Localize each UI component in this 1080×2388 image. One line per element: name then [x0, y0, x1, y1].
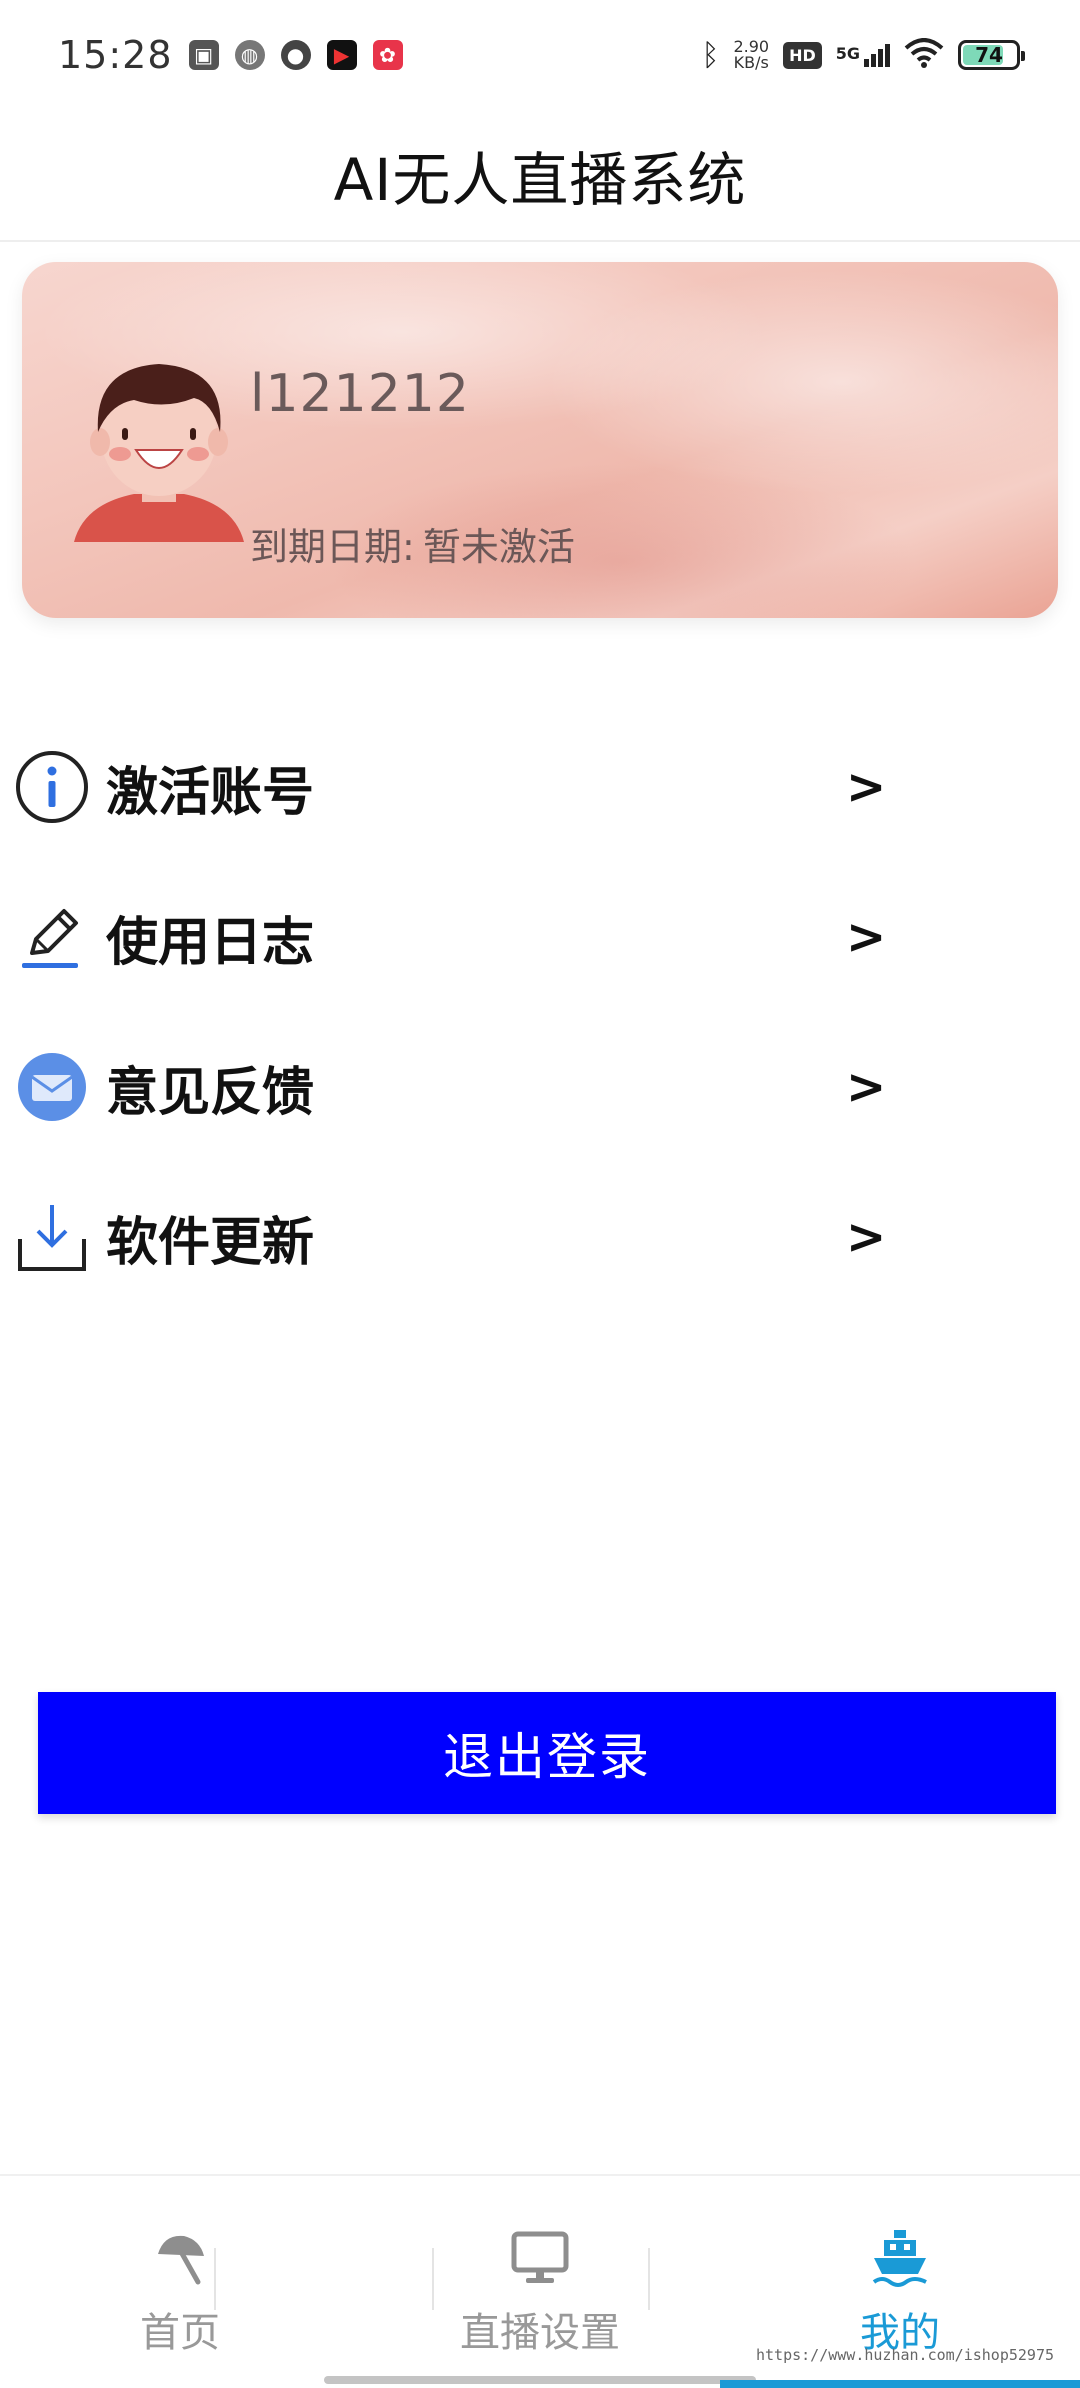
settings-menu: 激活账号 > 使用日志 > 意见反馈 > 软件更新 >	[0, 712, 1080, 1312]
chevron-right-icon: >	[846, 1059, 887, 1115]
expiry-date: 到期日期: 暂未激活	[250, 516, 575, 571]
menu-item-software-update[interactable]: 软件更新 >	[0, 1162, 1080, 1312]
avatar	[74, 364, 244, 542]
nav-divider	[432, 2248, 434, 2310]
net-speed: 2.90 KB/s	[733, 39, 769, 71]
battery-indicator: 74	[958, 40, 1025, 70]
ship-icon	[872, 2230, 927, 2287]
notification-app-icon: ✿	[372, 40, 403, 70]
watermark: https://www.huzhan.com/ishop52975	[756, 2346, 1055, 2364]
expiry-value: 暂未激活	[422, 525, 575, 569]
status-bar-left: 15:28 ▣ ◍ ● ▶ ✿	[58, 33, 403, 77]
monitor-icon	[511, 2231, 569, 2283]
logout-button[interactable]: 退出登录	[38, 1692, 1056, 1814]
hd-badge: HD	[783, 41, 822, 69]
menu-item-label: 意见反馈	[106, 1062, 315, 1123]
profile-username: l121212	[250, 364, 470, 424]
notification-flame-icon: ●	[280, 40, 311, 70]
title-bar: AI无人直播系统	[0, 110, 1080, 242]
pencil-icon	[14, 899, 90, 975]
menu-item-activate-account[interactable]: 激活账号 >	[0, 712, 1080, 862]
menu-item-label: 使用日志	[106, 912, 315, 973]
bluetooth-icon: ᛒ	[701, 37, 720, 73]
expiry-label: 到期日期:	[250, 525, 415, 569]
nav-divider	[648, 2248, 650, 2310]
battery-level: 74	[975, 43, 1003, 67]
notification-video-icon: ▶	[326, 40, 357, 70]
status-time: 15:28	[58, 33, 173, 77]
tab-home[interactable]: 首页	[30, 2176, 330, 2376]
wifi-icon	[904, 38, 944, 72]
menu-item-label: 软件更新	[106, 1212, 315, 1273]
home-indicator[interactable]	[324, 2376, 756, 2384]
profile-card: l121212 到期日期: 暂未激活	[22, 262, 1058, 618]
accent-line	[720, 2380, 1080, 2388]
info-icon	[14, 749, 90, 825]
net-speed-unit: KB/s	[733, 53, 769, 72]
chevron-right-icon: >	[846, 1209, 887, 1265]
tab-live-settings[interactable]: 直播设置	[390, 2176, 690, 2376]
umbrella-icon	[158, 2235, 204, 2285]
tab-label: 首页	[140, 2310, 220, 2356]
status-bar-right: ᛒ 2.90 KB/s HD 5G 74	[701, 37, 1025, 73]
mail-icon	[14, 1049, 90, 1125]
signal-icon: 5G	[835, 43, 890, 67]
chevron-right-icon: >	[846, 759, 887, 815]
notification-leaf-icon: ◍	[234, 40, 265, 70]
page-title: AI无人直播系统	[333, 146, 747, 214]
chevron-right-icon: >	[846, 909, 887, 965]
menu-item-feedback[interactable]: 意见反馈 >	[0, 1012, 1080, 1162]
notification-box-icon: ▣	[188, 40, 219, 70]
tab-label: 直播设置	[460, 2310, 620, 2356]
menu-item-label: 激活账号	[106, 762, 315, 823]
signal-label: 5G	[835, 43, 860, 63]
status-bar: 15:28 ▣ ◍ ● ▶ ✿ ᛒ 2.90 KB/s HD 5G 74	[0, 0, 1080, 110]
download-icon	[14, 1199, 90, 1275]
nav-divider	[214, 2248, 216, 2310]
menu-item-usage-log[interactable]: 使用日志 >	[0, 862, 1080, 1012]
